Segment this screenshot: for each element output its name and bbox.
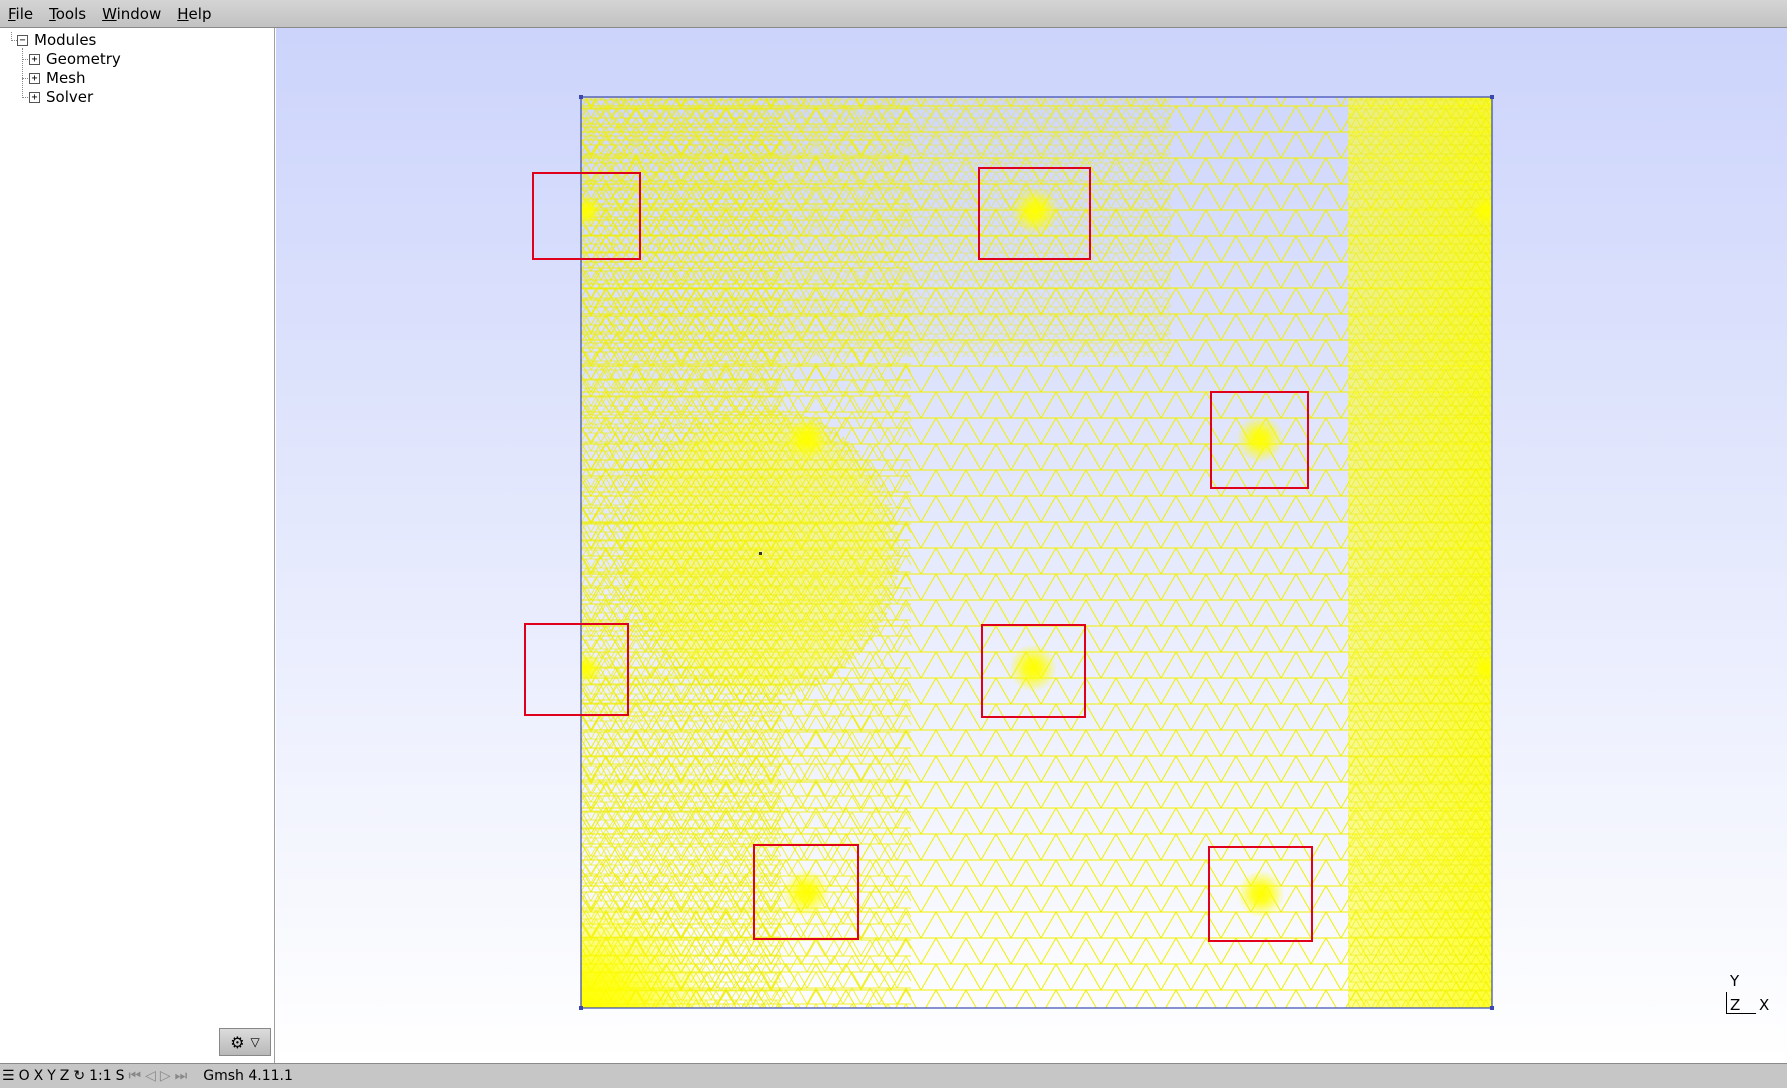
- first-step-icon[interactable]: ⏮: [127, 1068, 144, 1084]
- scale-button[interactable]: 1:1: [87, 1068, 114, 1084]
- expand-toggle-icon[interactable]: +: [29, 73, 40, 84]
- mesh-canvas[interactable]: [276, 28, 1787, 1063]
- corner-point[interactable]: [1490, 95, 1494, 99]
- tree-item-label: Solver: [46, 88, 94, 106]
- view-origin-button[interactable]: O: [17, 1068, 32, 1084]
- dropdown-arrow-icon: ▽: [250, 1035, 260, 1049]
- axis-y-line: [1726, 992, 1727, 1014]
- mesh-region: [581, 97, 1492, 1008]
- menu-bar: File Tools Window Help: [0, 0, 1787, 28]
- menu-tools[interactable]: Tools: [41, 0, 94, 28]
- axes-indicator: Y Z X: [1720, 972, 1780, 1022]
- status-message: Gmsh 4.11.1: [203, 1068, 293, 1084]
- next-step-icon[interactable]: ▷: [158, 1068, 173, 1084]
- graphics-viewport[interactable]: [276, 28, 1787, 1063]
- view-x-button[interactable]: X: [32, 1068, 46, 1084]
- gear-icon: ⚙: [230, 1032, 245, 1052]
- settings-button[interactable]: ⚙ ▽: [219, 1028, 271, 1056]
- view-y-button[interactable]: Y: [45, 1068, 58, 1084]
- tree-item-label: Geometry: [46, 50, 121, 68]
- tree-item-solver[interactable]: + Solver: [29, 88, 93, 107]
- rotate-icon[interactable]: ↻: [71, 1068, 87, 1084]
- menu-help[interactable]: Help: [169, 0, 219, 28]
- menu-window[interactable]: Window: [94, 0, 169, 28]
- collapse-toggle-icon[interactable]: −: [17, 35, 28, 46]
- menu-toggle-icon[interactable]: ☰: [0, 1068, 17, 1084]
- tree-item-label: Mesh: [46, 69, 86, 87]
- expand-toggle-icon[interactable]: +: [29, 54, 40, 65]
- module-tree-panel: − Modules + Geometry + Mesh + Solver: [0, 28, 275, 1063]
- corner-point[interactable]: [579, 1006, 583, 1010]
- tree-item-mesh[interactable]: + Mesh: [29, 69, 86, 88]
- tree-item-modules[interactable]: − Modules: [17, 31, 96, 50]
- center-point[interactable]: [759, 552, 762, 555]
- tree-connector: [22, 48, 23, 98]
- last-step-icon[interactable]: ⏭: [173, 1068, 190, 1084]
- axis-z-label: Z: [1730, 996, 1741, 1014]
- menu-file[interactable]: File: [0, 0, 41, 28]
- status-bar: ☰ O X Y Z ↻ 1:1 S ⏮ ◁ ▷ ⏭ Gmsh 4.11.1: [0, 1063, 1787, 1088]
- axis-x-label: X: [1759, 996, 1770, 1014]
- tree-item-geometry[interactable]: + Geometry: [29, 50, 121, 69]
- view-z-button[interactable]: Z: [58, 1068, 72, 1084]
- axis-y-label: Y: [1730, 972, 1740, 990]
- corner-point[interactable]: [579, 95, 583, 99]
- previous-step-icon[interactable]: ◁: [143, 1068, 158, 1084]
- corner-point[interactable]: [1490, 1006, 1494, 1010]
- expand-toggle-icon[interactable]: +: [29, 92, 40, 103]
- tree-item-label: Modules: [34, 31, 97, 49]
- select-button[interactable]: S: [114, 1068, 127, 1084]
